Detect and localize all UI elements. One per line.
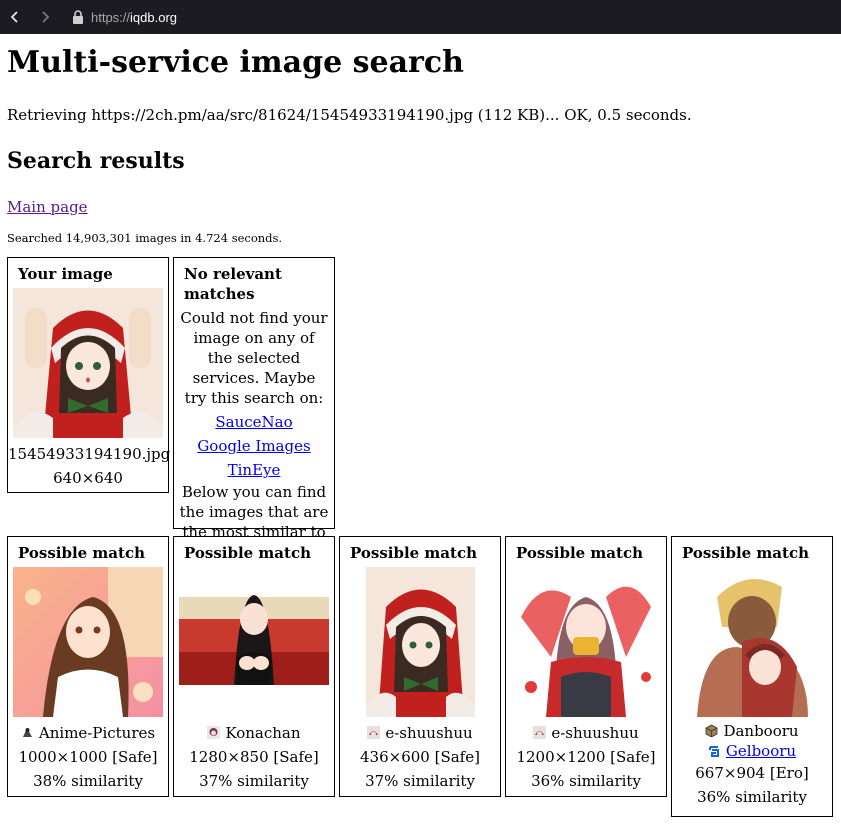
card-header: Your image: [18, 265, 113, 283]
anime-pictures-icon: [22, 728, 32, 737]
match-similarity: 36% similarity: [697, 788, 807, 806]
card-header: No relevant matches: [184, 265, 282, 303]
your-image-thumbnail[interactable]: [13, 288, 163, 438]
match-service-name: e-shuushuu: [385, 724, 473, 742]
back-button[interactable]: [0, 0, 30, 34]
card-header: Possible match: [18, 544, 145, 562]
match-service: Konachan: [174, 721, 334, 745]
match-size: 436×600 [Safe]: [360, 748, 480, 766]
match-card: Possible match Konachan 1280×850 [Safe] …: [173, 536, 335, 797]
match-card: Possible match e-shuushuu 1200×1200 [Saf…: [505, 536, 667, 797]
saucenao-link[interactable]: SauceNao: [215, 413, 292, 431]
lock-icon: [73, 10, 83, 24]
match-service-name: Danbooru: [723, 722, 799, 740]
gelbooru-icon: [707, 744, 721, 757]
your-image-filename: 15454933194190.jpg: [8, 445, 171, 463]
match-service-name: Konachan: [225, 724, 301, 742]
tineye-link[interactable]: TinEye: [228, 461, 281, 479]
konachan-icon: [207, 726, 221, 739]
match-service: Danbooru: [672, 721, 832, 741]
match-service-alt: Gelbooru: [672, 741, 832, 761]
no-matches-text: Could not find your image on any of the …: [180, 309, 328, 407]
page-content: Multi-service image search Retrieving ht…: [7, 34, 837, 246]
card-header: Possible match: [350, 544, 477, 562]
match-card: Possible match Danbooru Gelbooru 667×904…: [671, 536, 833, 817]
match-size: 1280×850 [Safe]: [189, 748, 319, 766]
google-images-link[interactable]: Google Images: [197, 437, 310, 455]
match-thumbnail[interactable]: [365, 567, 475, 717]
match-similarity: 36% similarity: [531, 772, 641, 790]
match-card: Possible match Anime-Pictures 1000×1000 …: [7, 536, 169, 797]
address-bar[interactable]: https://iqdb.org: [91, 10, 177, 25]
match-similarity: 38% similarity: [33, 772, 143, 790]
search-stats: Searched 14,903,301 images in 4.724 seco…: [7, 231, 283, 245]
match-thumbnail[interactable]: [511, 567, 661, 717]
no-matches-card: No relevant matches Could not find your …: [173, 257, 335, 561]
gelbooru-link[interactable]: Gelbooru: [726, 742, 796, 760]
match-thumbnail[interactable]: [13, 567, 163, 717]
match-service: Anime-Pictures: [8, 721, 168, 745]
browser-toolbar: https://iqdb.org: [0, 0, 841, 34]
chevron-right-icon: [42, 11, 50, 23]
results-heading: Search results: [7, 148, 185, 174]
your-image-card: Your image 15454933194190.jpg 640×640: [7, 257, 171, 493]
match-service: e-shuushuu: [340, 721, 500, 745]
main-page-link[interactable]: Main page: [7, 198, 837, 216]
match-thumbnail[interactable]: [179, 567, 329, 717]
match-size: 667×904 [Ero]: [695, 764, 809, 782]
match-service-name: Anime-Pictures: [38, 724, 156, 742]
retrieving-status: Retrieving https://2ch.pm/aa/src/81624/1…: [7, 106, 692, 124]
match-size: 1000×1000 [Safe]: [18, 748, 158, 766]
card-header: Possible match: [516, 544, 643, 562]
url-host: iqdb.org: [130, 9, 178, 25]
card-header: Possible match: [184, 544, 311, 562]
forward-button[interactable]: [30, 0, 60, 34]
match-service: e-shuushuu: [506, 721, 666, 745]
page-title: Multi-service image search: [7, 45, 464, 80]
danbooru-icon: [706, 724, 718, 737]
your-image-dimensions: 640×640: [53, 469, 123, 487]
chevron-left-icon: [10, 11, 18, 23]
match-thumbnail[interactable]: [696, 567, 808, 717]
match-card: Possible match e-shuushuu 436×600 [Safe]…: [339, 536, 501, 797]
match-similarity: 37% similarity: [365, 772, 475, 790]
e-shuushuu-icon: [533, 726, 547, 739]
url-prefix: https://: [91, 9, 131, 25]
match-similarity: 37% similarity: [199, 772, 309, 790]
match-service-name: e-shuushuu: [551, 724, 639, 742]
card-header: Possible match: [682, 544, 809, 562]
e-shuushuu-icon: [367, 726, 381, 739]
match-size: 1200×1200 [Safe]: [516, 748, 656, 766]
